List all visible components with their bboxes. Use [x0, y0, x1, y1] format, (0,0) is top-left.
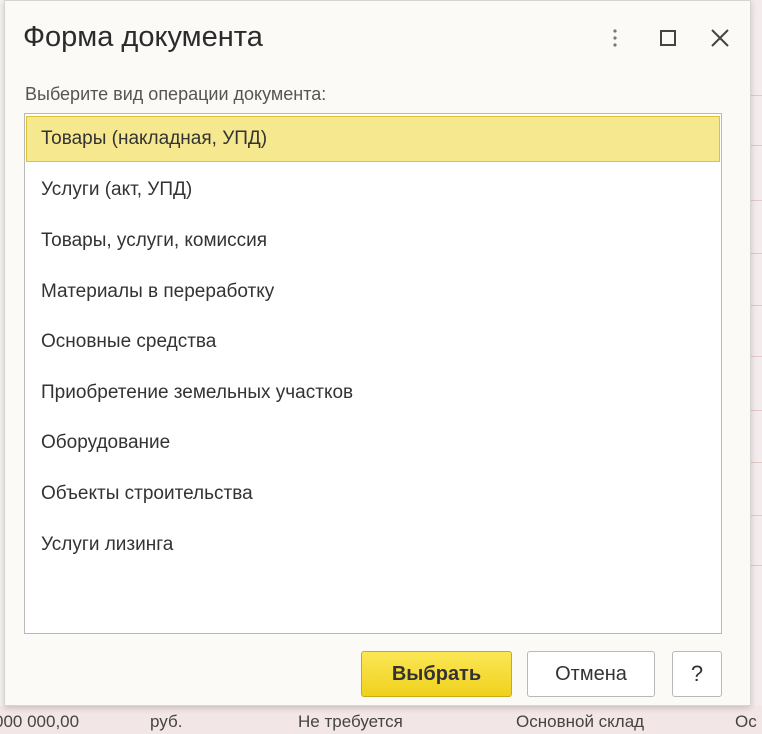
- help-button[interactable]: ?: [672, 651, 722, 697]
- background-row-divider: [751, 462, 762, 463]
- background-row-divider: [751, 253, 762, 254]
- list-item-construction-objects[interactable]: Объекты строительства: [26, 471, 720, 517]
- background-row-divider: [751, 95, 762, 96]
- cancel-button[interactable]: Отмена: [527, 651, 655, 697]
- list-item-services[interactable]: Услуги (акт, УПД): [26, 167, 720, 213]
- list-item-goods-services-commission[interactable]: Товары, услуги, комиссия: [26, 218, 720, 264]
- close-icon: [711, 29, 729, 47]
- dialog-title: Форма документа: [23, 21, 263, 53]
- background-row-divider: [751, 305, 762, 306]
- background-row-divider: [751, 200, 762, 201]
- background-row-divider: [751, 515, 762, 516]
- background-table-row[interactable]: 000 000,00 руб. Не требуется Основной ск…: [0, 706, 762, 734]
- background-row-divider: [751, 565, 762, 566]
- list-item-equipment[interactable]: Оборудование: [26, 420, 720, 466]
- background-extra-cell: Ос: [735, 712, 757, 731]
- background-row-divider: [751, 145, 762, 146]
- list-item-leasing-services[interactable]: Услуги лизинга: [26, 522, 720, 568]
- background-currency-cell: руб.: [150, 712, 183, 731]
- operation-type-list[interactable]: Товары (накладная, УПД) Услуги (акт, УПД…: [24, 113, 722, 634]
- list-item-processing-materials[interactable]: Материалы в переработку: [26, 269, 720, 315]
- list-item-land-plots[interactable]: Приобретение земельных участков: [26, 370, 720, 416]
- close-button[interactable]: [705, 23, 735, 53]
- background-row-divider: [751, 356, 762, 357]
- background-table-edge: [751, 0, 762, 734]
- maximize-button[interactable]: [653, 23, 683, 53]
- background-row-divider: [751, 410, 762, 411]
- select-button[interactable]: Выбрать: [361, 651, 512, 697]
- maximize-icon: [660, 30, 676, 46]
- list-item-fixed-assets[interactable]: Основные средства: [26, 319, 720, 365]
- vertical-dots-icon: [613, 29, 617, 47]
- background-status-cell: Не требуется: [298, 712, 403, 731]
- background-amount-cell: 000 000,00: [0, 712, 80, 731]
- more-actions-button[interactable]: [600, 23, 630, 53]
- operation-type-prompt: Выберите вид операции документа:: [25, 84, 327, 104]
- document-form-dialog: Форма документа Выберите вид операции до…: [4, 0, 751, 706]
- background-warehouse-cell: Основной склад: [516, 712, 645, 731]
- list-item-goods[interactable]: Товары (накладная, УПД): [26, 116, 720, 162]
